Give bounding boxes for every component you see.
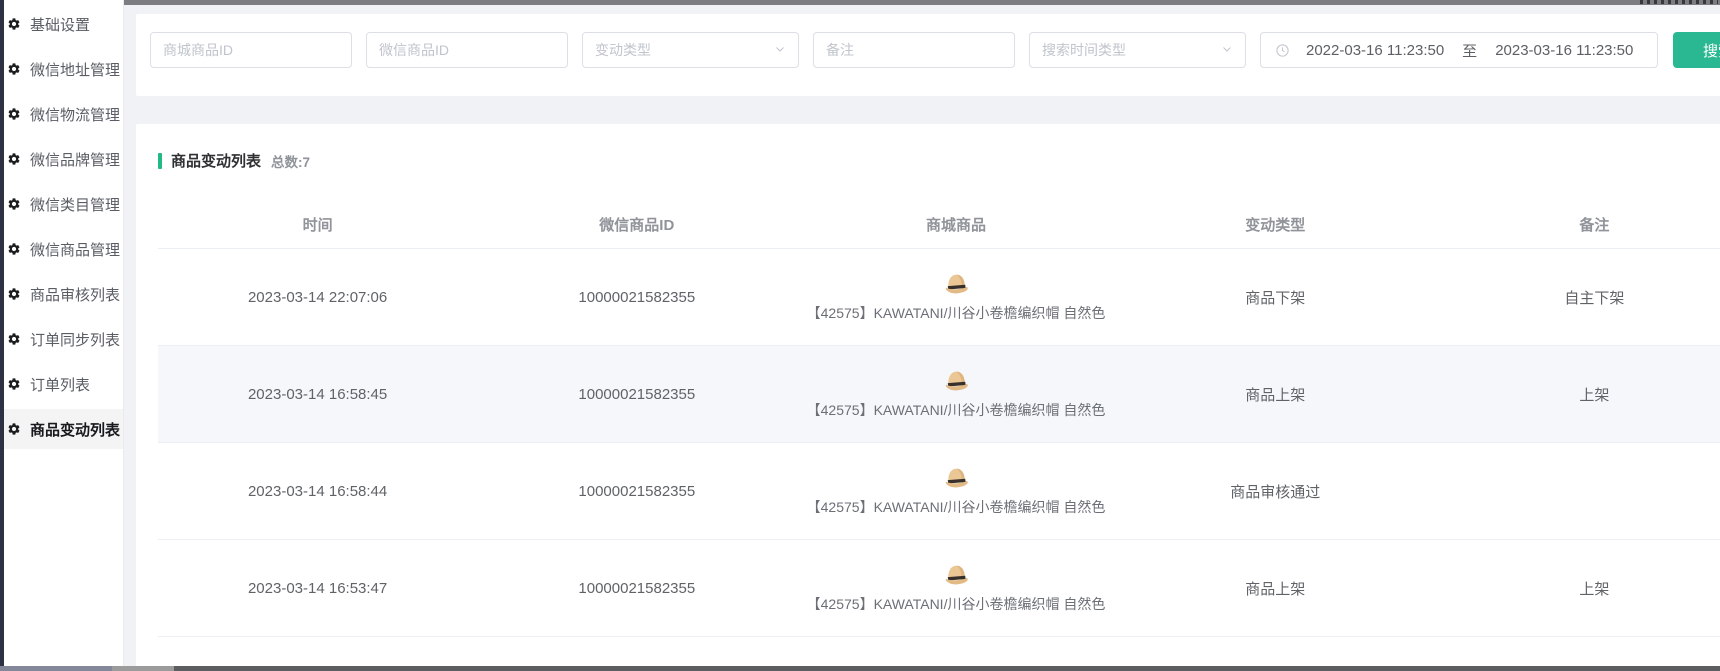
remark-input[interactable] — [813, 32, 1015, 68]
cell-time: 2023-03-14 16:53:47 — [158, 580, 477, 597]
app-window: 基础设置 微信地址管理 微信物流管理 微信品牌管理 微信类目管理 微信商品管理 — [0, 0, 1720, 671]
sidebar-item[interactable]: 订单同步列表 — [0, 319, 123, 359]
column-header-wechat-id: 微信商品ID — [477, 214, 796, 235]
search-time-type-select[interactable]: 搜索时间类型 — [1029, 32, 1246, 68]
date-range-separator: 至 — [1462, 40, 1477, 61]
cell-remark: 自主下架 — [1435, 287, 1720, 308]
sidebar-item[interactable]: 微信地址管理 — [0, 49, 123, 89]
sidebar-item[interactable]: 微信物流管理 — [0, 94, 123, 134]
sidebar-item[interactable]: 订单列表 — [0, 364, 123, 404]
column-header-product: 商城商品 — [796, 214, 1115, 235]
wechat-product-id-input[interactable] — [366, 32, 568, 68]
cell-product: 【42575】KAWATANI/川谷小卷檐编织帽 自然色 — [796, 273, 1115, 322]
filter-row: 变动类型 搜索时间类型 2022-03-16 11:23:50 至 2023-0… — [136, 14, 1720, 68]
cell-change-type: 商品上架 — [1116, 578, 1435, 599]
product-thumbnail-hat — [943, 370, 970, 393]
column-header-change-type: 变动类型 — [1116, 214, 1435, 235]
cell-remark: 上架 — [1435, 578, 1720, 599]
table-body: 2023-03-14 22:07:06 10000021582355 【4257… — [158, 249, 1720, 671]
gear-icon — [7, 197, 21, 211]
top-edge-remnant — [1640, 0, 1718, 4]
clipped-top-edge — [124, 0, 1720, 5]
date-range-end: 2023-03-16 11:23:50 — [1495, 42, 1633, 59]
change-type-select[interactable]: 变动类型 — [582, 32, 799, 68]
sidebar-item[interactable]: 商品审核列表 — [0, 274, 123, 314]
scrollbar-left-segment — [0, 666, 112, 671]
sidebar-item[interactable]: 商品变动列表 — [0, 409, 123, 449]
table-row[interactable]: 2023-03-14 16:58:45 10000021582355 【4257… — [158, 346, 1720, 443]
title-marker — [158, 153, 162, 169]
filter-panel: 变动类型 搜索时间类型 2022-03-16 11:23:50 至 2023-0… — [136, 14, 1720, 96]
cell-change-type: 商品上架 — [1116, 384, 1435, 405]
sidebar-item-label: 订单同步列表 — [30, 329, 120, 350]
gear-icon — [7, 107, 21, 121]
clock-icon — [1275, 43, 1290, 58]
gear-icon — [7, 62, 21, 76]
sidebar: 基础设置 微信地址管理 微信物流管理 微信品牌管理 微信类目管理 微信商品管理 — [0, 0, 124, 666]
total-count: 总数:7 — [271, 151, 310, 171]
product-name: 【42575】KAWATANI/川谷小卷檐编织帽 自然色 — [807, 498, 1106, 516]
gear-icon — [7, 377, 21, 391]
sidebar-item-label: 商品变动列表 — [30, 419, 120, 440]
product-name: 【42575】KAWATANI/川谷小卷檐编织帽 自然色 — [807, 595, 1106, 613]
table-row[interactable]: 2023-03-14 16:58:44 10000021582355 【4257… — [158, 443, 1720, 540]
table-row[interactable]: 2023-03-14 16:53:47 10000021582355 【4257… — [158, 540, 1720, 637]
sidebar-item[interactable]: 基础设置 — [0, 4, 123, 44]
cell-product: 【42575】KAWATANI/川谷小卷檐编织帽 自然色 — [796, 467, 1115, 516]
sidebar-item-label: 微信类目管理 — [30, 194, 120, 215]
sidebar-item[interactable]: 微信类目管理 — [0, 184, 123, 224]
product-thumbnail-hat — [943, 467, 970, 490]
cell-time: 2023-03-14 22:07:06 — [158, 289, 477, 306]
search-time-type-placeholder: 搜索时间类型 — [1042, 40, 1126, 60]
sidebar-item-label: 微信地址管理 — [30, 59, 120, 80]
panel-title: 商品变动列表 — [171, 150, 261, 171]
column-header-time: 时间 — [158, 214, 477, 235]
change-type-placeholder: 变动类型 — [595, 40, 651, 60]
cell-wechat-id: 10000021582355 — [477, 289, 796, 306]
sidebar-item-label: 微信品牌管理 — [30, 149, 120, 170]
cell-change-type: 商品审核通过 — [1116, 481, 1435, 502]
cell-time: 2023-03-14 16:58:45 — [158, 386, 477, 403]
sidebar-item-label: 微信物流管理 — [30, 104, 120, 125]
date-range-picker[interactable]: 2022-03-16 11:23:50 至 2023-03-16 11:23:5… — [1260, 32, 1658, 68]
product-thumbnail-hat — [943, 273, 970, 296]
scrollbar-thumb[interactable] — [112, 666, 174, 671]
date-range-start: 2022-03-16 11:23:50 — [1306, 42, 1444, 59]
column-header-remark: 备注 — [1435, 214, 1720, 235]
table-row[interactable]: 2023-03-14 22:07:06 10000021582355 【4257… — [158, 249, 1720, 346]
gear-icon — [7, 152, 21, 166]
sidebar-item-label: 订单列表 — [30, 374, 90, 395]
chevron-down-icon — [774, 42, 786, 58]
sidebar-item[interactable]: 微信品牌管理 — [0, 139, 123, 179]
chevron-down-icon — [1221, 42, 1233, 58]
product-name: 【42575】KAWATANI/川谷小卷檐编织帽 自然色 — [807, 401, 1106, 419]
product-name: 【42575】KAWATANI/川谷小卷檐编织帽 自然色 — [807, 304, 1106, 322]
product-change-panel: 商品变动列表 总数:7 时间 微信商品ID 商城商品 变动类型 备注 2023-… — [136, 124, 1720, 671]
cell-time: 2023-03-14 16:58:44 — [158, 483, 477, 500]
mall-product-id-input[interactable] — [150, 32, 352, 68]
cell-wechat-id: 10000021582355 — [477, 386, 796, 403]
cell-product: 【42575】KAWATANI/川谷小卷檐编织帽 自然色 — [796, 370, 1115, 419]
gear-icon — [7, 17, 21, 31]
sidebar-item-label: 基础设置 — [30, 14, 90, 35]
gear-icon — [7, 242, 21, 256]
clipped-left-edge — [0, 0, 4, 671]
sidebar-item-label: 商品审核列表 — [30, 284, 120, 305]
gear-icon — [7, 287, 21, 301]
sidebar-item[interactable]: 微信商品管理 — [0, 229, 123, 269]
gear-icon — [7, 332, 21, 346]
gear-icon — [7, 422, 21, 436]
cell-product: 【42575】KAWATANI/川谷小卷檐编织帽 自然色 — [796, 564, 1115, 613]
panel-header: 商品变动列表 总数:7 — [136, 124, 1720, 171]
sidebar-item-label: 微信商品管理 — [30, 239, 120, 260]
horizontal-scrollbar[interactable] — [0, 666, 1720, 671]
cell-change-type: 商品下架 — [1116, 287, 1435, 308]
cell-wechat-id: 10000021582355 — [477, 483, 796, 500]
cell-remark: 上架 — [1435, 384, 1720, 405]
cell-wechat-id: 10000021582355 — [477, 580, 796, 597]
product-thumbnail-hat — [943, 564, 970, 587]
search-button[interactable]: 搜索 — [1673, 32, 1720, 68]
table-header-row: 时间 微信商品ID 商城商品 变动类型 备注 — [158, 201, 1720, 249]
